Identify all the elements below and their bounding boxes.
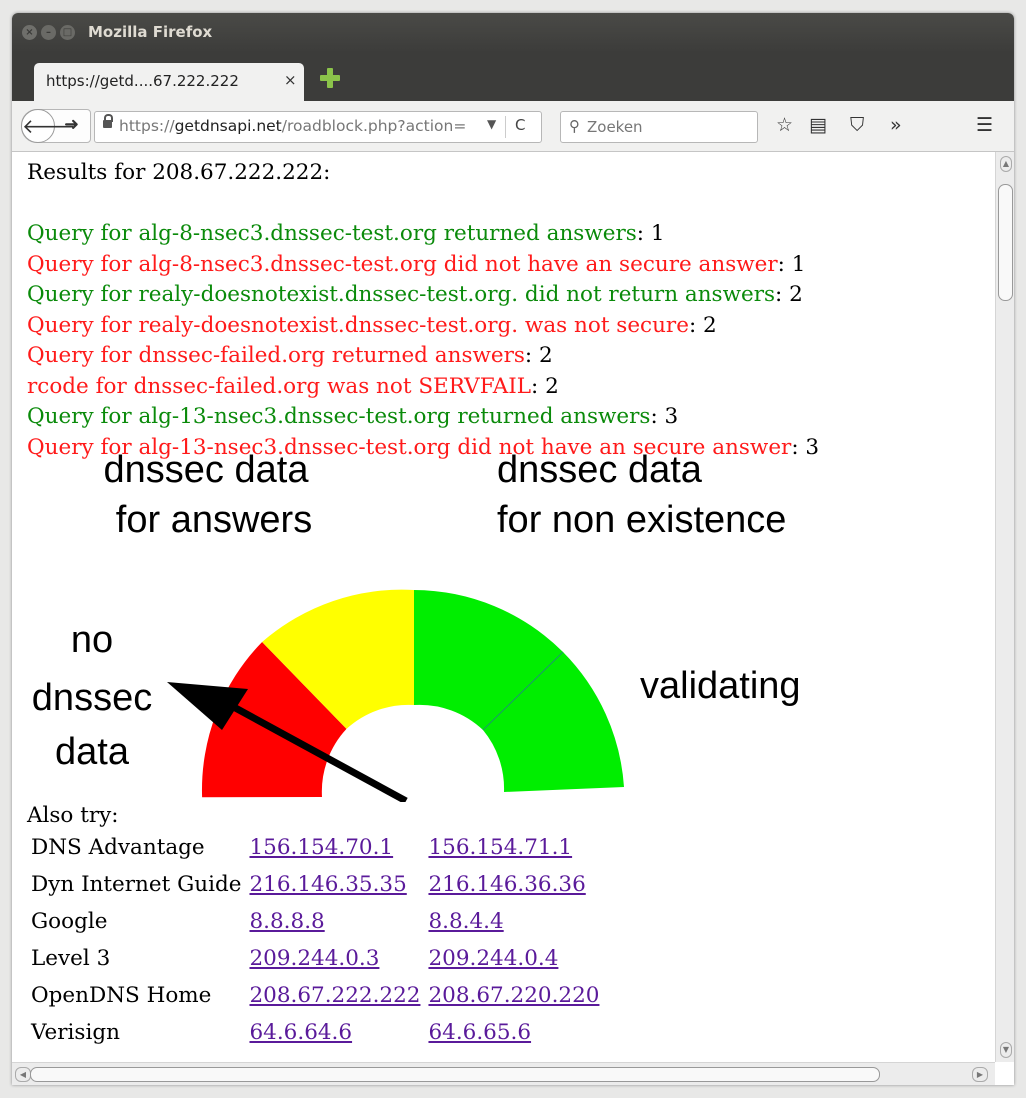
query-results: Query for alg-8-nsec3.dnssec-test.org re…	[27, 219, 819, 463]
gauge-label-answers-line2: for answers	[116, 499, 312, 541]
forward-arrow-icon[interactable]: ➜	[64, 114, 79, 135]
query-result: Query for alg-13-nsec3.dnssec-test.org r…	[27, 404, 679, 429]
title-bar: × – □ Mozilla Firefox	[12, 13, 1014, 53]
query-result: Query for realy-doesnotexist.dnssec-test…	[27, 282, 803, 307]
gauge-label-left-line2: dnssec	[32, 677, 152, 719]
maximize-window-button[interactable]: □	[60, 25, 75, 40]
page-content: Results for 208.67.222.222: Query for al…	[12, 152, 982, 1062]
lock-icon[interactable]	[103, 114, 113, 128]
pocket-icon[interactable]: ⛉	[850, 115, 864, 135]
resolver-ip-link[interactable]: 64.6.65.6	[428, 1020, 531, 1045]
hamburger-menu-icon[interactable]: ☰	[976, 115, 993, 135]
url-bar[interactable]: https://getdnsapi.net/roadblock.php?acti…	[94, 111, 542, 143]
table-row: Level 3 209.244.0.3 209.244.0.4	[27, 940, 603, 977]
query-count: 2	[789, 282, 803, 307]
query-text: Query for dnssec-failed.org returned ans…	[27, 343, 525, 368]
back-arrow-icon[interactable]: 🡐	[21, 109, 76, 143]
query-count: 2	[539, 343, 553, 368]
url-text[interactable]: https://getdnsapi.net/roadblock.php?acti…	[119, 117, 484, 135]
gauge-label-left-line1: no	[71, 619, 113, 661]
table-row: Google 8.8.8.8 8.8.4.4	[27, 903, 603, 940]
resolver-name: Level 3	[31, 946, 111, 971]
query-count: 2	[703, 312, 717, 338]
table-row: OpenDNS Home 208.67.222.222 208.67.220.2…	[27, 977, 603, 1014]
url-domain: getdnsapi.net	[174, 117, 282, 135]
resolver-ip-link[interactable]: 8.8.4.4	[428, 909, 503, 934]
search-placeholder: Zoeken	[587, 118, 643, 136]
resolver-ip-link[interactable]: 64.6.64.6	[249, 1020, 352, 1045]
query-result: rcode for dnssec-failed.org was not SERV…	[27, 373, 559, 399]
back-forward-group: 🡐 ➜	[21, 109, 91, 143]
tab-strip: https://getd....67.222.222 ×	[12, 53, 1014, 101]
horizontal-scrollbar[interactable]: ◀ ▶	[12, 1062, 995, 1085]
resolver-ip-link[interactable]: 208.67.222.222	[249, 983, 420, 1008]
query-count: 1	[650, 221, 665, 246]
query-result: Query for alg-8-nsec3.dnssec-test.org di…	[27, 251, 806, 277]
vertical-scrollbar[interactable]: ▲ ▼	[995, 152, 1014, 1062]
url-separator	[505, 116, 506, 138]
resolver-ip-link[interactable]: 209.244.0.4	[428, 946, 558, 971]
gauge-label-right: validating	[640, 665, 801, 707]
query-result: Query for dnssec-failed.org returned ans…	[27, 343, 553, 368]
query-count: 2	[545, 373, 559, 399]
query-result: Query for realy-doesnotexist.dnssec-test…	[27, 312, 717, 338]
scroll-down-arrow-icon[interactable]: ▼	[1000, 1042, 1012, 1058]
resolver-table: DNS Advantage 156.154.70.1 156.154.71.1 …	[27, 829, 603, 1051]
resolver-ip-link[interactable]: 208.67.220.220	[428, 983, 599, 1008]
scroll-left-arrow-icon[interactable]: ◀	[15, 1067, 31, 1082]
resolver-name: DNS Advantage	[31, 835, 205, 860]
navigation-toolbar: 🡐 ➜ https://getdnsapi.net/roadblock.php?…	[12, 101, 1014, 152]
resolver-ip-link[interactable]: 156.154.71.1	[428, 835, 572, 860]
query-count: 1	[791, 251, 806, 277]
search-bar[interactable]: ⚲ Zoeken	[560, 111, 758, 143]
scroll-right-arrow-icon[interactable]: ▶	[972, 1067, 988, 1082]
resolver-ip-link[interactable]: 216.146.36.36	[428, 872, 585, 897]
resolver-ip-link[interactable]: 209.244.0.3	[249, 946, 379, 971]
query-text: Query for alg-13-nsec3.dnssec-test.org r…	[27, 404, 651, 429]
url-dropdown-icon[interactable]: ▼	[487, 117, 496, 131]
gauge-label-nonexist-line1: dnssec data	[497, 452, 703, 491]
horizontal-scroll-thumb[interactable]	[30, 1067, 880, 1082]
table-row: Dyn Internet Guide 216.146.35.35 216.146…	[27, 866, 603, 903]
bookmark-star-icon[interactable]: ☆	[776, 115, 793, 135]
resolver-name: Google	[31, 909, 108, 934]
reading-list-icon[interactable]: ▤	[809, 115, 827, 135]
gauge-label-left-line3: data	[55, 731, 130, 773]
tab-label: https://getd....67.222.222	[46, 72, 239, 90]
query-text: Query for realy-doesnotexist.dnssec-test…	[27, 282, 776, 307]
table-row: DNS Advantage 156.154.70.1 156.154.71.1	[27, 829, 603, 866]
window-title: Mozilla Firefox	[88, 23, 213, 41]
resolver-name: Dyn Internet Guide	[31, 872, 242, 897]
search-icon: ⚲	[569, 117, 580, 135]
query-text: Query for alg-8-nsec3.dnssec-test.org di…	[27, 251, 778, 277]
page-title: Results for 208.67.222.222:	[27, 160, 331, 185]
tab-close-icon[interactable]: ×	[284, 71, 297, 89]
url-path: /roadblock.php?action=	[281, 117, 467, 135]
query-count: 3	[664, 404, 679, 429]
table-row: Verisign 64.6.64.6 64.6.65.6	[27, 1014, 603, 1051]
url-prefix: https://	[119, 117, 175, 135]
resolver-ip-link[interactable]: 8.8.8.8	[249, 909, 324, 934]
gauge-label-nonexist-line2: for non existence	[497, 499, 786, 541]
query-text: Query for realy-doesnotexist.dnssec-test…	[27, 312, 689, 338]
query-text: rcode for dnssec-failed.org was not SERV…	[27, 373, 532, 399]
resolver-name: OpenDNS Home	[31, 983, 212, 1008]
scroll-up-arrow-icon[interactable]: ▲	[1000, 156, 1012, 172]
browser-window: × – □ Mozilla Firefox https://getd....67…	[12, 13, 1014, 1085]
overflow-chevron-icon[interactable]: »	[890, 115, 902, 135]
query-text: Query for alg-8-nsec3.dnssec-test.org re…	[27, 221, 637, 246]
tab-current[interactable]: https://getd....67.222.222 ×	[34, 63, 304, 101]
resolver-ip-link[interactable]: 156.154.70.1	[249, 835, 393, 860]
minimize-window-button[interactable]: –	[41, 25, 56, 40]
reload-icon[interactable]: C	[515, 116, 525, 134]
dnssec-gauge: dnssec data for answers dnssec data for …	[32, 452, 801, 802]
also-try-label: Also try:	[27, 803, 119, 828]
query-result: Query for alg-8-nsec3.dnssec-test.org re…	[27, 221, 665, 246]
vertical-scroll-thumb[interactable]	[998, 184, 1013, 301]
resolver-ip-link[interactable]: 216.146.35.35	[249, 872, 406, 897]
close-window-button[interactable]: ×	[22, 25, 37, 40]
new-tab-plus-icon[interactable]	[320, 68, 340, 88]
gauge-label-answers-line1: dnssec data	[104, 452, 310, 491]
resolver-name: Verisign	[31, 1020, 120, 1045]
